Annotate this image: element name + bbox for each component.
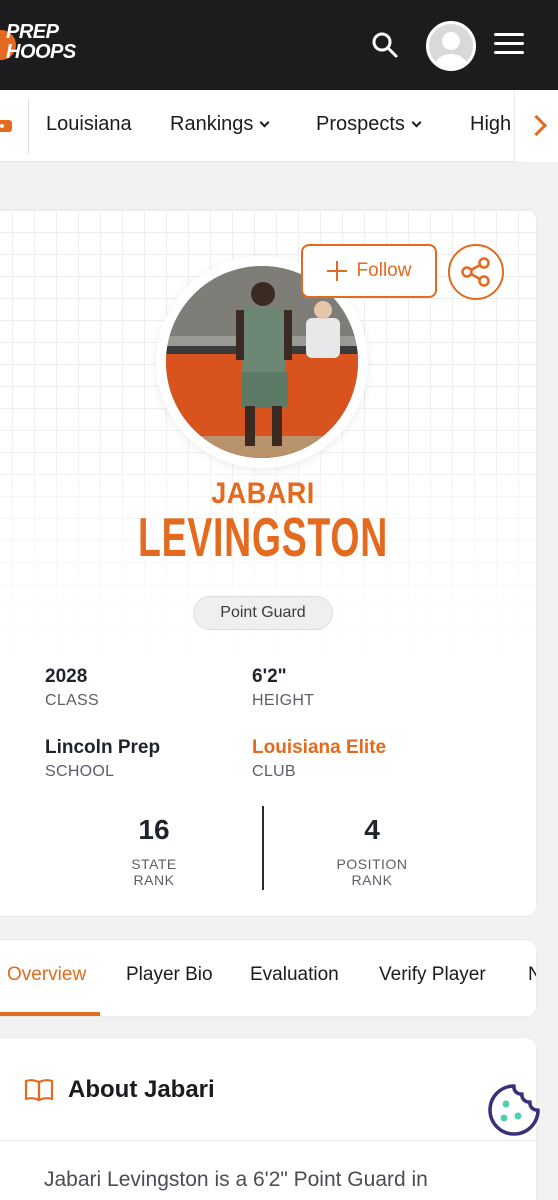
active-tab-indicator xyxy=(0,1012,100,1016)
chevron-down-icon xyxy=(259,117,270,128)
sub-navigation: Louisiana Rankings Prospects High xyxy=(0,90,558,162)
hamburger-menu-icon[interactable] xyxy=(494,33,524,57)
follow-button[interactable]: Follow xyxy=(301,244,437,298)
state-rank-value: 16 xyxy=(138,814,170,845)
nav-item-high[interactable]: High xyxy=(470,113,511,136)
tab-evaluation[interactable]: Evaluation xyxy=(250,964,339,986)
tab-player-bio[interactable]: Player Bio xyxy=(126,964,213,986)
logo-line-1: PREP xyxy=(6,21,59,43)
position-rank-label-1: POSITION xyxy=(336,856,408,872)
whistle-icon[interactable] xyxy=(0,114,18,136)
position-rank-value: 4 xyxy=(364,814,380,845)
club-label: CLUB xyxy=(252,763,296,780)
player-first-name: JABARI xyxy=(211,476,315,510)
height-label: HEIGHT xyxy=(252,692,315,709)
chevron-down-icon xyxy=(411,117,422,128)
search-icon[interactable] xyxy=(370,30,400,60)
school-label: SCHOOL xyxy=(45,763,115,780)
tab-overview[interactable]: Overview xyxy=(7,964,86,986)
user-avatar[interactable] xyxy=(426,21,476,71)
position-rank-label-2: RANK xyxy=(351,872,393,888)
rank-divider xyxy=(262,806,264,890)
share-icon xyxy=(461,257,490,287)
class-label: CLASS xyxy=(45,692,99,709)
player-last-name: LEVINGSTON xyxy=(138,507,388,569)
tab-verify-player[interactable]: Verify Player xyxy=(379,964,486,986)
nav-item-prospects[interactable]: Prospects xyxy=(316,113,422,136)
logo-line-2: HOOPS xyxy=(6,41,76,63)
height-value: 6'2" xyxy=(252,666,287,687)
class-value: 2028 xyxy=(45,666,88,687)
club-link[interactable]: Louisiana Elite xyxy=(252,737,386,759)
cookie-settings-icon[interactable] xyxy=(486,1082,542,1138)
about-text: Jabari Levingston is a 6'2" Point Guard … xyxy=(44,1168,428,1191)
player-profile-card: Follow JABARI LEVINGSTON Point Guard 202… xyxy=(0,210,536,916)
tab-more[interactable]: N xyxy=(528,964,536,986)
position-badge: Point Guard xyxy=(193,596,333,630)
chevron-right-icon[interactable] xyxy=(514,90,558,162)
book-icon xyxy=(24,1079,54,1102)
plus-icon xyxy=(326,261,347,281)
about-header: About Jabari xyxy=(24,1072,215,1108)
about-title: About Jabari xyxy=(68,1076,215,1103)
school-value: Lincoln Prep xyxy=(45,737,161,758)
prep-hoops-logo[interactable]: PREP HOOPS xyxy=(0,22,100,70)
state-rank-label-2: RANK xyxy=(133,872,175,888)
nav-item-louisiana[interactable]: Louisiana xyxy=(46,113,132,136)
nav-divider xyxy=(28,98,29,154)
state-rank-label-1: STATE xyxy=(131,856,177,872)
nav-item-rankings[interactable]: Rankings xyxy=(170,113,270,136)
about-divider xyxy=(0,1140,536,1141)
top-header: PREP HOOPS xyxy=(0,0,558,90)
share-button[interactable] xyxy=(448,244,504,300)
profile-tabs: Overview Player Bio Evaluation Verify Pl… xyxy=(0,940,536,1016)
